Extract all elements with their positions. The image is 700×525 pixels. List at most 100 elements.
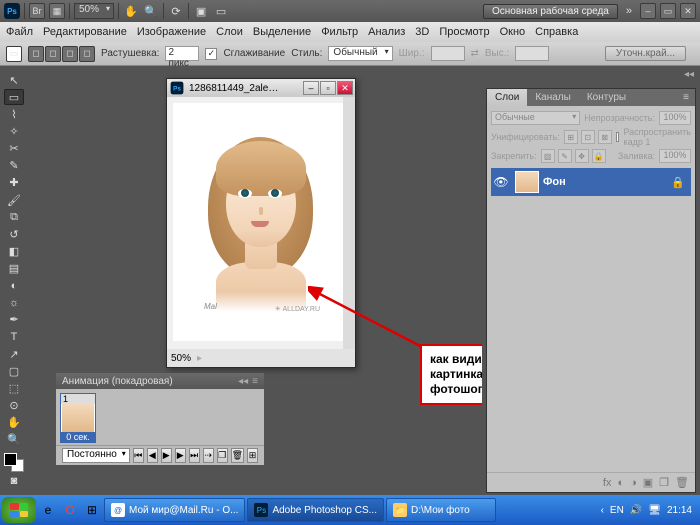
pen-tool-icon[interactable]: ✒ (4, 312, 24, 328)
3d-tool-icon[interactable]: ⬚ (4, 380, 24, 396)
tray-volume-icon[interactable]: 🔊 (630, 505, 642, 516)
maximize-icon[interactable]: ▭ (660, 3, 676, 19)
tool-preset-icon[interactable]: ▭ (6, 46, 22, 62)
rotate-view-icon[interactable]: ⟳ (168, 3, 184, 19)
add-selection-icon[interactable]: ◻ (45, 46, 61, 62)
panel-menu-icon[interactable]: ≡ (677, 89, 695, 106)
menu-file[interactable]: Файл (6, 26, 33, 38)
subtract-selection-icon[interactable]: ◻ (62, 46, 78, 62)
prev-frame-icon[interactable]: ◀ (147, 448, 158, 463)
antialias-checkbox[interactable]: ✓ (205, 48, 217, 60)
workspace-switcher[interactable]: Основная рабочая среда (483, 4, 618, 19)
feather-input[interactable]: 2 пикс (165, 46, 199, 61)
image-window-titlebar[interactable]: Ps 1286811449_2alexwert... – ▫ ✕ (167, 79, 355, 97)
layers-tab[interactable]: Слои (487, 89, 527, 106)
view-extras-icon[interactable]: ▦ (49, 3, 65, 19)
delete-layer-icon[interactable]: 🗑 (675, 476, 689, 489)
heal-tool-icon[interactable]: ✚ (4, 175, 24, 191)
timeline-mode-icon[interactable]: ⊞ (247, 448, 258, 463)
frame-delay[interactable]: 0 сек. (61, 432, 95, 442)
quicklaunch-ie-icon[interactable]: e (38, 499, 58, 521)
dodge-tool-icon[interactable]: ☼ (4, 295, 24, 311)
menu-help[interactable]: Справка (535, 26, 578, 38)
window-minimize-icon[interactable]: – (303, 81, 319, 95)
quicklaunch-opera-icon[interactable]: O (60, 499, 80, 521)
tray-expand-icon[interactable]: ‹ (601, 505, 604, 516)
type-tool-icon[interactable]: T (4, 329, 24, 345)
zoom-tool-icon[interactable]: 🔍 (4, 432, 24, 448)
blur-tool-icon[interactable]: ◐ (4, 278, 24, 294)
paths-tab[interactable]: Контуры (579, 89, 634, 106)
crop-tool-icon[interactable]: ✂ (4, 141, 24, 157)
path-tool-icon[interactable]: ↗ (4, 346, 24, 362)
color-swatches[interactable] (4, 453, 24, 472)
bridge-icon[interactable]: Br (29, 3, 45, 19)
tray-network-icon[interactable]: 🖥 (648, 505, 661, 516)
workspace-more-icon[interactable]: » (622, 5, 636, 17)
menu-layers[interactable]: Слои (216, 26, 243, 38)
zoom-icon[interactable]: 🔍 (143, 3, 159, 19)
eraser-tool-icon[interactable]: ◧ (4, 243, 24, 259)
intersect-selection-icon[interactable]: ◻ (79, 46, 95, 62)
delete-frame-icon[interactable]: 🗑 (231, 448, 244, 463)
menu-edit[interactable]: Редактирование (43, 26, 127, 38)
first-frame-icon[interactable]: ⏮ (133, 448, 144, 463)
dock-collapse-icon[interactable]: ◂◂ (684, 69, 694, 83)
screen-mode-icon[interactable]: ▭ (213, 3, 229, 19)
layer-name[interactable]: Фон (543, 176, 566, 188)
lasso-tool-icon[interactable]: ⌇ (4, 106, 24, 122)
window-close-icon[interactable]: ✕ (337, 81, 353, 95)
shape-tool-icon[interactable]: ▢ (4, 363, 24, 379)
adjustment-icon[interactable]: ◑ (630, 477, 637, 489)
next-frame-icon[interactable]: ▶ (175, 448, 186, 463)
tween-icon[interactable]: ⇢ (203, 448, 214, 463)
new-frame-icon[interactable]: ❐ (217, 448, 228, 463)
move-tool-icon[interactable]: ↖ (4, 72, 24, 88)
channels-tab[interactable]: Каналы (527, 89, 579, 106)
menu-filter[interactable]: Фильтр (321, 26, 358, 38)
fx-icon[interactable]: fx (603, 477, 612, 489)
taskbar-item[interactable]: Ps Adobe Photoshop CS... (247, 498, 384, 522)
brush-tool-icon[interactable]: 🖌 (4, 192, 24, 208)
quicklaunch-desktop-icon[interactable]: ⊞ (82, 499, 102, 521)
menu-3d[interactable]: 3D (415, 26, 429, 38)
eyedropper-tool-icon[interactable]: ✎ (4, 158, 24, 174)
minimize-icon[interactable]: – (640, 3, 656, 19)
zoom-select[interactable]: 50% (74, 3, 114, 19)
loop-select[interactable]: Постоянно (62, 448, 130, 463)
wand-tool-icon[interactable]: ✧ (4, 123, 24, 139)
3d-camera-tool-icon[interactable]: ⊙ (4, 397, 24, 413)
menu-window[interactable]: Окно (500, 26, 526, 38)
history-brush-tool-icon[interactable]: ↺ (4, 226, 24, 242)
language-indicator[interactable]: EN (610, 505, 624, 516)
canvas-zoom[interactable]: 50% (171, 353, 191, 364)
layer-visibility-icon[interactable]: 👁 (491, 175, 511, 189)
quickmask-icon[interactable]: ◙ (4, 473, 24, 489)
new-selection-icon[interactable]: ◻ (28, 46, 44, 62)
clock[interactable]: 21:14 (667, 505, 692, 516)
new-layer-icon[interactable]: ❐ (659, 476, 669, 489)
hand-icon[interactable]: ✋ (123, 3, 139, 19)
taskbar-item[interactable]: @ Мой мир@Mail.Ru - O... (104, 498, 245, 522)
menu-view[interactable]: Просмотр (439, 26, 489, 38)
layer-row[interactable]: 👁 Фон 🔒 (491, 168, 691, 196)
arrange-docs-icon[interactable]: ▣ (193, 3, 209, 19)
foreground-color-swatch[interactable] (4, 453, 17, 466)
close-app-icon[interactable]: ✕ (680, 3, 696, 19)
mask-icon[interactable]: ◐ (617, 477, 624, 489)
window-maximize-icon[interactable]: ▫ (320, 81, 336, 95)
gradient-tool-icon[interactable]: ▤ (4, 260, 24, 276)
animation-frame[interactable]: 1 0 сек. (60, 393, 96, 443)
menu-analysis[interactable]: Анализ (368, 26, 405, 38)
panel-menu-icon[interactable]: ≡ (252, 376, 258, 387)
hand-tool-icon[interactable]: ✋ (4, 415, 24, 431)
start-button[interactable] (2, 497, 36, 523)
play-icon[interactable]: ▶ (161, 448, 172, 463)
stamp-tool-icon[interactable]: ⧉ (4, 209, 24, 225)
menu-image[interactable]: Изображение (137, 26, 206, 38)
style-select[interactable]: Обычный (328, 46, 392, 61)
panel-collapse-icon[interactable]: ◂◂ (238, 376, 248, 387)
marquee-tool-icon[interactable]: ▭ (4, 89, 24, 105)
taskbar-item[interactable]: 📁 D:\Мои фото (386, 498, 496, 522)
last-frame-icon[interactable]: ⏭ (189, 448, 200, 463)
